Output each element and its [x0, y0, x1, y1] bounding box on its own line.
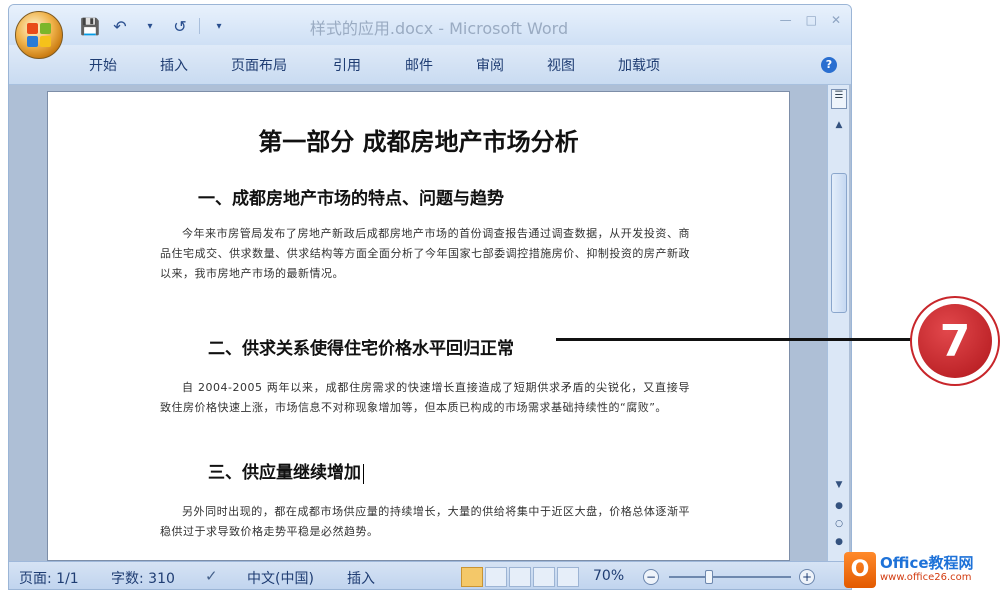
redo-icon[interactable]: ↺	[169, 16, 191, 36]
quick-access-toolbar: 💾 ↶ ▾ ↺ ▾	[79, 15, 230, 37]
full-screen-reading-view-icon[interactable]	[485, 567, 507, 587]
scroll-down-icon[interactable]: ▼	[831, 477, 847, 493]
view-buttons	[461, 567, 579, 587]
zoom-level[interactable]: 70%	[593, 568, 624, 584]
paragraph-1: 今年来市房管局发布了房地产新政后成都房地产市场的首份调查报告通过调查数据，从开发…	[160, 227, 690, 280]
document-page[interactable]: 第一部分 成都房地产市场分析 一、成都房地产市场的特点、问题与趋势 今年来市房管…	[47, 91, 790, 561]
status-bar: 页面: 1/1 字数: 310 ✓ 中文(中国) 插入 70% − +	[9, 561, 851, 589]
insert-mode[interactable]: 插入	[347, 568, 375, 588]
document-title: 第一部分 成都房地产市场分析	[258, 127, 579, 156]
previous-page-icon[interactable]: ●	[831, 499, 847, 513]
tab-mailings[interactable]: 邮件	[405, 55, 433, 75]
office-tutorial-logo-icon: O	[844, 552, 876, 588]
window-controls: — □ ✕	[780, 13, 841, 27]
web-layout-view-icon[interactable]	[509, 567, 531, 587]
watermark-title: Office教程网	[880, 554, 974, 572]
heading-2: 二、供求关系使得住宅价格水平回归正常	[208, 339, 514, 359]
language-indicator[interactable]: 中文(中国)	[247, 568, 314, 588]
dropdown-icon[interactable]: ▾	[139, 16, 161, 36]
undo-icon[interactable]: ↶	[109, 16, 131, 36]
tab-references[interactable]: 引用	[333, 55, 361, 75]
scroll-thumb[interactable]	[831, 173, 847, 313]
watermark-url: www.office26.com	[880, 572, 972, 583]
title-bar: 💾 ↶ ▾ ↺ ▾ 样式的应用.docx - Microsoft Word — …	[9, 5, 851, 59]
draft-view-icon[interactable]	[557, 567, 579, 587]
zoom-slider-track[interactable]	[669, 576, 791, 578]
maximize-icon[interactable]: □	[806, 13, 817, 27]
zoom-out-icon[interactable]: −	[643, 569, 659, 585]
word-window: 💾 ↶ ▾ ↺ ▾ 样式的应用.docx - Microsoft Word — …	[8, 4, 852, 590]
minimize-icon[interactable]: —	[780, 13, 792, 27]
paragraph-3: 另外同时出现的，都在成都市场供应量的持续增长，大量的供给将集中于近区大盘，价格总…	[160, 505, 690, 538]
step-callout: 7	[910, 296, 1000, 386]
tab-insert[interactable]: 插入	[160, 55, 188, 75]
close-icon[interactable]: ✕	[831, 13, 841, 27]
step-number: 7	[918, 304, 992, 378]
ruler-toggle-icon[interactable]: ☰	[831, 89, 847, 109]
window-title: 样式的应用.docx - Microsoft Word	[309, 19, 569, 38]
proofing-icon[interactable]: ✓	[205, 567, 218, 585]
heading-3: 三、供应量继续增加	[208, 463, 361, 483]
office-button[interactable]	[15, 11, 63, 59]
save-icon[interactable]: 💾	[79, 16, 101, 36]
text-cursor	[363, 463, 364, 484]
next-page-icon[interactable]: ●	[831, 535, 847, 549]
watermark: O Office教程网 www.office26.com	[842, 548, 1004, 592]
tab-page-layout[interactable]: 页面布局	[231, 55, 287, 75]
tab-review[interactable]: 审阅	[476, 55, 504, 75]
page-count[interactable]: 页面: 1/1	[19, 568, 79, 588]
select-browse-object-icon[interactable]: ○	[831, 517, 847, 531]
qat-separator	[199, 18, 200, 34]
heading-3-row: 三、供应量继续增加	[208, 458, 364, 484]
office-logo-icon	[27, 23, 51, 47]
tab-addins[interactable]: 加载项	[618, 55, 660, 75]
vertical-scrollbar[interactable]: ☰ ▲ ▼ ● ○ ●	[827, 85, 849, 561]
callout-line	[556, 338, 920, 341]
print-layout-view-icon[interactable]	[461, 567, 483, 587]
help-icon[interactable]: ?	[821, 57, 837, 73]
zoom-slider-thumb[interactable]	[705, 570, 713, 584]
tab-view[interactable]: 视图	[547, 55, 575, 75]
heading-1: 一、成都房地产市场的特点、问题与趋势	[198, 189, 504, 209]
customize-qat-icon[interactable]: ▾	[208, 16, 230, 36]
outline-view-icon[interactable]	[533, 567, 555, 587]
document-area: 第一部分 成都房地产市场分析 一、成都房地产市场的特点、问题与趋势 今年来市房管…	[9, 85, 851, 561]
tab-home[interactable]: 开始	[89, 55, 117, 75]
word-count[interactable]: 字数: 310	[111, 568, 175, 588]
scroll-up-icon[interactable]: ▲	[831, 117, 847, 133]
ribbon-tabs: 开始 插入 页面布局 引用 邮件 审阅 视图 加载项 ?	[9, 45, 851, 85]
paragraph-2: 自 2004-2005 两年以来，成都住房需求的快速增长直接造成了短期供求矛盾的…	[160, 381, 690, 414]
zoom-in-icon[interactable]: +	[799, 569, 815, 585]
